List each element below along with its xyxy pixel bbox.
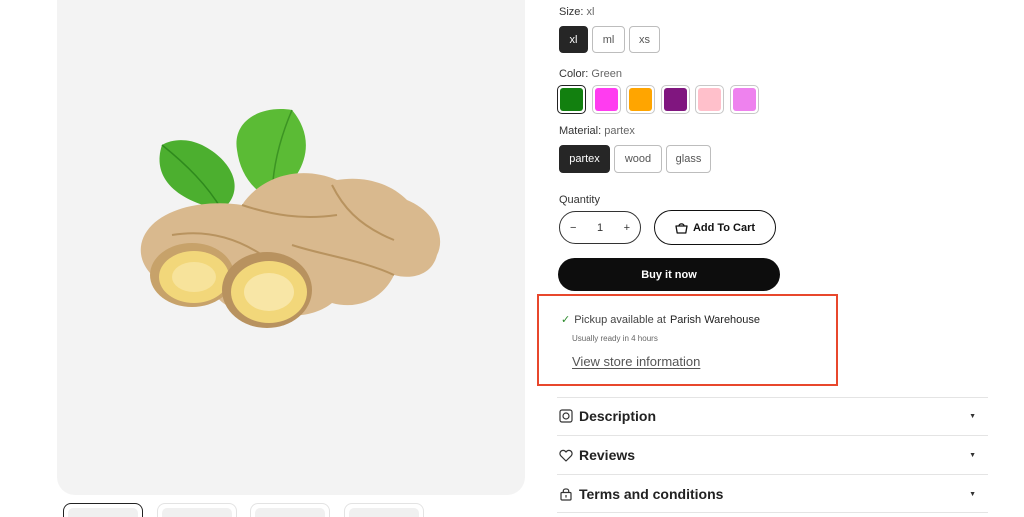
accordion-title: Description: [579, 408, 657, 424]
material-option-partex[interactable]: partex: [559, 145, 610, 173]
quantity-label: Quantity: [559, 194, 600, 206]
size-option-ml[interactable]: ml: [592, 26, 625, 53]
size-option-xl[interactable]: xl: [559, 26, 588, 53]
pickup-location: Parish Warehouse: [669, 313, 761, 326]
size-label: Size: xl: [559, 6, 594, 18]
color-swatch-green[interactable]: [557, 85, 586, 114]
quantity-stepper[interactable]: − 1 +: [559, 211, 641, 244]
checkmark-icon: ✓: [561, 314, 571, 326]
material-label-key: Material:: [559, 125, 602, 137]
accordion-terms[interactable]: Terms and conditions ▼: [558, 481, 978, 507]
accordion-title: Terms and conditions: [579, 486, 724, 502]
chevron-down-icon: ▼: [969, 491, 976, 498]
swatch-fill: [595, 88, 618, 111]
color-label-key: Color:: [559, 68, 589, 80]
ginger-product-image: [140, 109, 441, 328]
chevron-down-icon: ▼: [969, 452, 976, 459]
pickup-availability: ✓ Pickup available at Parish Warehouse: [561, 313, 761, 327]
bag-icon: [675, 222, 688, 234]
swatch-fill: [664, 88, 687, 111]
swatch-fill: [560, 88, 583, 111]
color-swatch-purple[interactable]: [661, 85, 690, 114]
color-swatch-orange[interactable]: [626, 85, 655, 114]
quantity-label-text: Quantity: [559, 194, 600, 206]
lock-icon: [558, 487, 573, 502]
description-icon: [558, 409, 573, 424]
material-label: Material: partex: [559, 125, 635, 137]
size-option-xs[interactable]: xs: [629, 26, 660, 53]
color-swatch-pink[interactable]: [695, 85, 724, 114]
accordion-reviews[interactable]: Reviews ▼: [558, 442, 978, 468]
accordion-title: Reviews: [579, 447, 636, 463]
accordion-description[interactable]: Description ▼: [558, 403, 978, 429]
divider: [557, 512, 988, 513]
quantity-decrease-button[interactable]: −: [570, 222, 576, 234]
product-image-frame[interactable]: [57, 0, 525, 495]
color-swatch-violet[interactable]: [730, 85, 759, 114]
thumbnail-4[interactable]: [344, 503, 424, 517]
quantity-increase-button[interactable]: +: [624, 222, 630, 234]
material-option-wood[interactable]: wood: [614, 145, 662, 173]
quantity-value[interactable]: 1: [597, 222, 603, 234]
swatch-fill: [733, 88, 756, 111]
add-to-cart-button[interactable]: Add To Cart: [654, 210, 776, 245]
swatch-fill: [629, 88, 652, 111]
add-to-cart-label: Add To Cart: [692, 221, 756, 234]
color-swatch-magenta[interactable]: [592, 85, 621, 114]
divider: [557, 474, 988, 475]
material-option-glass[interactable]: glass: [666, 145, 711, 173]
view-store-information-link[interactable]: View store information: [572, 354, 700, 369]
size-label-key: Size:: [559, 6, 584, 18]
size-label-value: xl: [586, 6, 595, 18]
color-label-value: Green: [591, 68, 622, 80]
buy-now-button[interactable]: Buy it now: [558, 258, 780, 291]
divider: [557, 397, 988, 398]
divider: [557, 435, 988, 436]
thumbnail-1[interactable]: [63, 503, 143, 517]
thumbnail-3[interactable]: [250, 503, 330, 517]
pickup-ready-time: Usually ready in 4 hours: [572, 334, 658, 343]
heart-icon: [558, 448, 573, 463]
color-label: Color: Green: [559, 68, 622, 80]
material-label-value: partex: [604, 125, 635, 137]
swatch-fill: [698, 88, 721, 111]
thumbnail-2[interactable]: [157, 503, 237, 517]
chevron-down-icon: ▼: [969, 413, 976, 420]
pickup-text: Pickup available at: [574, 313, 666, 326]
